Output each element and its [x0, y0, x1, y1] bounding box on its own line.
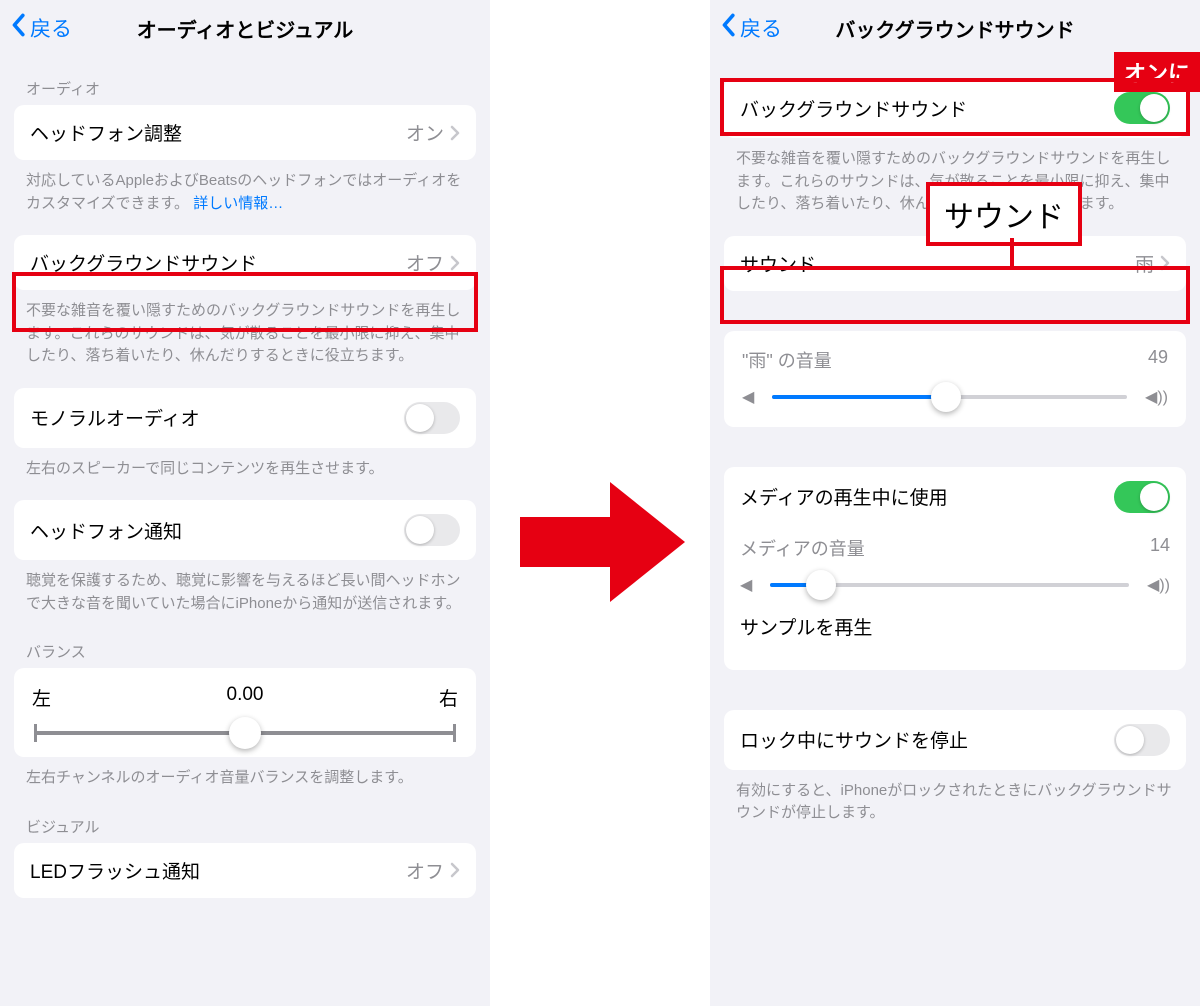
lock-stop-cell: ロック中にサウンドを停止 — [724, 710, 1186, 770]
arrow-right-icon — [510, 472, 690, 617]
chevron-right-icon — [450, 862, 460, 878]
chevron-right-icon — [450, 255, 460, 271]
balance-footer: 左右チャンネルのオーディオ音量バランスを調整します。 — [0, 757, 490, 794]
mono-audio-cell: モノラルオーディオ — [14, 388, 476, 448]
mono-footer: 左右のスピーカーで同じコンテンツを再生させます。 — [0, 448, 490, 485]
bg-sound-footer: 不要な雑音を覆い隠すためのバックグラウンドサウンドを再生します。これらのサウンド… — [0, 290, 490, 372]
row-value: オフ — [406, 249, 444, 276]
back-label: 戻る — [30, 13, 72, 43]
balance-slider[interactable] — [36, 731, 454, 735]
media-use-row: メディアの再生中に使用 — [724, 467, 1186, 527]
row-label: モノラルオーディオ — [30, 404, 404, 431]
media-volume-slider[interactable] — [770, 583, 1129, 587]
page-title: オーディオとビジュアル — [137, 14, 354, 43]
back-label: 戻る — [740, 13, 782, 43]
more-info-link[interactable]: 詳しい情報… — [193, 195, 283, 212]
speaker-low-icon: ◀ — [742, 387, 754, 407]
headphone-notify-row: ヘッドフォン通知 — [14, 500, 476, 560]
hp-notify-toggle[interactable] — [404, 514, 460, 546]
slider-knob[interactable] — [229, 717, 261, 749]
back-button[interactable]: 戻る — [10, 0, 72, 56]
volume-value: 49 — [1148, 347, 1168, 373]
rain-volume-block: "雨" の音量 49 ◀ ◀)) — [724, 331, 1186, 427]
led-flash-row[interactable]: LEDフラッシュ通知 オフ — [14, 843, 476, 898]
bg-sound-toggle[interactable] — [1114, 92, 1170, 124]
lock-stop-row: ロック中にサウンドを停止 — [724, 710, 1186, 770]
back-button[interactable]: 戻る — [720, 0, 782, 56]
speaker-high-icon: ◀)) — [1147, 575, 1170, 595]
balance-cell: 左 0.00 右 — [14, 668, 476, 757]
lock-stop-footer: 有効にすると、iPhoneがロックされたときにバックグラウンドサウンドが停止しま… — [710, 770, 1200, 829]
nav-bar: 戻る オーディオとビジュアル — [0, 0, 490, 56]
speaker-low-icon: ◀ — [740, 575, 752, 595]
row-value: オフ — [406, 857, 444, 884]
chevron-right-icon — [1160, 255, 1170, 271]
headphone-adjust-cell: ヘッドフォン調整 オン — [14, 105, 476, 160]
hp-notify-footer: 聴覚を保護するため、聴覚に影響を与えるほど長い間ヘッドホンで大きな音を聞いていた… — [0, 560, 490, 619]
headphone-notify-cell: ヘッドフォン通知 — [14, 500, 476, 560]
row-label: ロック中にサウンドを停止 — [740, 726, 1114, 753]
chevron-left-icon — [10, 13, 26, 43]
background-sound-row[interactable]: バックグラウンドサウンド オフ — [14, 235, 476, 290]
nav-bar: 戻る バックグラウンドサウンド — [710, 0, 1200, 56]
annotation-on-tag: オンに — [1114, 52, 1200, 92]
annotation-sound-callout: サウンド — [926, 182, 1082, 246]
volume-slider[interactable] — [772, 395, 1127, 399]
balance-left-label: 左 — [32, 684, 51, 711]
lock-stop-toggle[interactable] — [1114, 724, 1170, 756]
led-flash-cell: LEDフラッシュ通知 オフ — [14, 843, 476, 898]
volume-label: "雨" の音量 — [742, 347, 832, 373]
media-block: メディアの再生中に使用 メディアの音量 14 ◀ ◀)) サンプルを再生 — [724, 467, 1186, 670]
media-use-toggle[interactable] — [1114, 481, 1170, 513]
row-value: 雨 — [1135, 250, 1154, 277]
row-label: バックグラウンドサウンド — [740, 95, 1114, 122]
row-label: サウンド — [740, 250, 1135, 277]
mono-toggle[interactable] — [404, 402, 460, 434]
row-label: ヘッドフォン調整 — [30, 119, 406, 146]
row-label: バックグラウンドサウンド — [30, 249, 406, 276]
background-sound-cell: バックグラウンドサウンド オフ — [14, 235, 476, 290]
section-header-visual: ビジュアル — [0, 794, 490, 843]
mono-audio-row: モノラルオーディオ — [14, 388, 476, 448]
row-label: メディアの再生中に使用 — [740, 483, 1114, 510]
media-volume-label: メディアの音量 — [740, 535, 865, 561]
settings-background-sound-pane: 戻る バックグラウンドサウンド バックグラウンドサウンド 不要な雑音を覆い隠すた… — [710, 0, 1200, 1006]
speaker-high-icon: ◀)) — [1145, 387, 1168, 407]
row-label: LEDフラッシュ通知 — [30, 857, 406, 884]
play-sample-row[interactable]: サンプルを再生 — [724, 595, 1186, 654]
balance-header: バランス — [0, 619, 490, 668]
row-label: ヘッドフォン通知 — [30, 517, 404, 544]
headphone-footer: 対応しているAppleおよびBeatsのヘッドフォンではオーディオをカスタマイズ… — [0, 160, 490, 219]
chevron-right-icon — [450, 125, 460, 141]
row-value: オン — [406, 119, 444, 146]
section-header-audio: オーディオ — [0, 56, 490, 105]
settings-audio-visual-pane: 戻る オーディオとビジュアル オーディオ ヘッドフォン調整 オン 対応しているA… — [0, 0, 490, 1006]
play-sample-link[interactable]: サンプルを再生 — [740, 613, 1170, 640]
annotation-connector — [1010, 238, 1014, 266]
page-title: バックグラウンドサウンド — [835, 14, 1074, 43]
balance-right-label: 右 — [439, 684, 458, 711]
headphone-adjust-row[interactable]: ヘッドフォン調整 オン — [14, 105, 476, 160]
slider-knob[interactable] — [931, 382, 961, 412]
chevron-left-icon — [720, 13, 736, 43]
balance-value: 0.00 — [227, 684, 264, 711]
media-volume-value: 14 — [1150, 535, 1170, 561]
